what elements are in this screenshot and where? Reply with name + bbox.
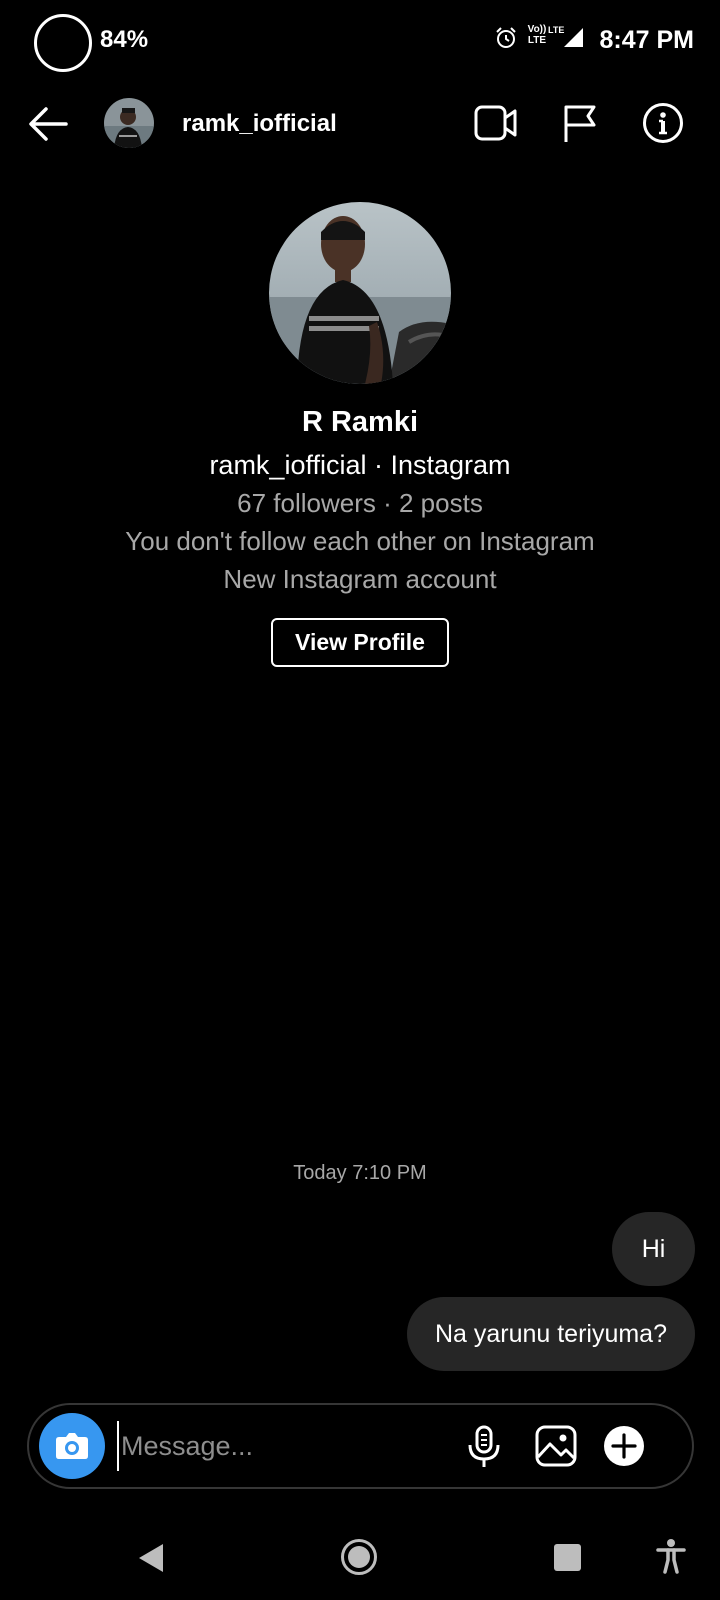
message-input[interactable] xyxy=(117,1421,457,1471)
system-nav-bar xyxy=(0,1520,720,1600)
header-username[interactable]: ramk_iofficial xyxy=(182,110,337,138)
view-profile-button[interactable]: View Profile xyxy=(271,618,449,667)
message-bubble[interactable]: Na yarunu teriyuma? xyxy=(406,1297,695,1371)
nav-home-icon[interactable] xyxy=(340,1538,378,1576)
profile-photo[interactable] xyxy=(269,202,451,384)
nav-back-icon[interactable] xyxy=(136,1542,166,1574)
profile-name: R Ramki xyxy=(301,406,419,438)
clock: 8:47 PM xyxy=(599,26,694,54)
chat-header: ramk_iofficial xyxy=(0,90,720,160)
gallery-icon[interactable] xyxy=(535,1425,577,1467)
message-composer xyxy=(27,1403,694,1489)
info-icon[interactable] xyxy=(642,102,684,144)
status-bar: 84% Vo)) LTE LTE 8:47 PM xyxy=(0,0,720,80)
video-call-icon[interactable] xyxy=(474,104,518,142)
profile-handle: ramk_iofficial · Instagram xyxy=(209,450,511,480)
back-arrow-icon[interactable] xyxy=(26,104,70,144)
flag-icon[interactable] xyxy=(562,102,598,144)
profile-stats: 67 followers · 2 posts xyxy=(237,488,483,518)
follow-status: You don't follow each other on Instagram xyxy=(125,526,595,556)
microphone-icon[interactable] xyxy=(466,1425,502,1469)
message-bubble[interactable]: Hi xyxy=(612,1212,695,1286)
camera-icon xyxy=(56,1433,88,1459)
battery-icon xyxy=(34,14,92,72)
alarm-icon xyxy=(496,27,516,48)
account-status: New Instagram account xyxy=(223,564,497,594)
plus-icon[interactable] xyxy=(603,1425,645,1467)
signal-icon xyxy=(564,28,583,47)
accessibility-icon[interactable] xyxy=(656,1538,686,1574)
header-avatar[interactable] xyxy=(104,98,154,148)
nav-recents-icon[interactable] xyxy=(554,1544,581,1571)
battery-percentage: 84% xyxy=(100,26,149,53)
camera-button[interactable] xyxy=(39,1413,105,1479)
volte-icon: Vo)) LTE xyxy=(527,24,547,46)
message-timestamp: Today 7:10 PM xyxy=(293,1162,427,1184)
